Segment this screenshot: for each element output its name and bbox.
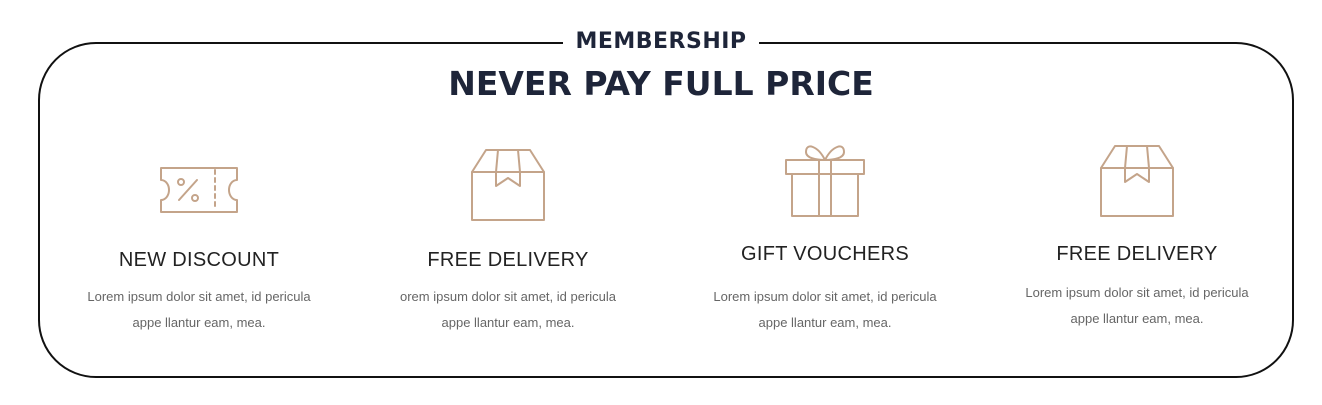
feature-desc-line1: orem ipsum dolor sit amet, id pericula bbox=[399, 289, 617, 304]
feature-desc-line1: Lorem ipsum dolor sit amet, id pericula bbox=[1025, 285, 1249, 300]
membership-label: MEMBERSHIP bbox=[563, 29, 759, 55]
feature-desc-line2: appe llantur eam, mea. bbox=[1070, 311, 1204, 326]
box-icon bbox=[982, 130, 1292, 220]
feature-title: FREE DELIVERY bbox=[427, 249, 589, 271]
feature-desc-line1: Lorem ipsum dolor sit amet, id pericula bbox=[713, 289, 937, 304]
box-icon bbox=[353, 130, 663, 221]
feature-desc-line2: appe llantur eam, mea. bbox=[441, 315, 575, 330]
feature-new-discount: NEW DISCOUNT Lorem ipsum dolor sit amet,… bbox=[44, 130, 354, 350]
feature-desc-line2: appe llantur eam, mea. bbox=[132, 315, 266, 330]
feature-title: FREE DELIVERY bbox=[1056, 243, 1218, 265]
feature-desc-line2: appe llantur eam, mea. bbox=[758, 315, 892, 330]
headline: NEVER PAY FULL PRICE bbox=[448, 64, 874, 103]
membership-label-wrap: MEMBERSHIP bbox=[0, 29, 1322, 55]
feature-desc-line1: Lorem ipsum dolor sit amet, id pericula bbox=[87, 289, 311, 304]
feature-title: GIFT VOUCHERS bbox=[741, 243, 909, 265]
gift-icon bbox=[670, 130, 980, 220]
feature-free-delivery-2: FREE DELIVERY Lorem ipsum dolor sit amet… bbox=[982, 130, 1292, 350]
feature-gift-vouchers: GIFT VOUCHERS Lorem ipsum dolor sit amet… bbox=[670, 130, 980, 350]
ticket-percent-icon bbox=[44, 130, 354, 220]
feature-title: NEW DISCOUNT bbox=[118, 249, 280, 271]
feature-free-delivery: FREE DELIVERY orem ipsum dolor sit amet,… bbox=[353, 130, 663, 350]
